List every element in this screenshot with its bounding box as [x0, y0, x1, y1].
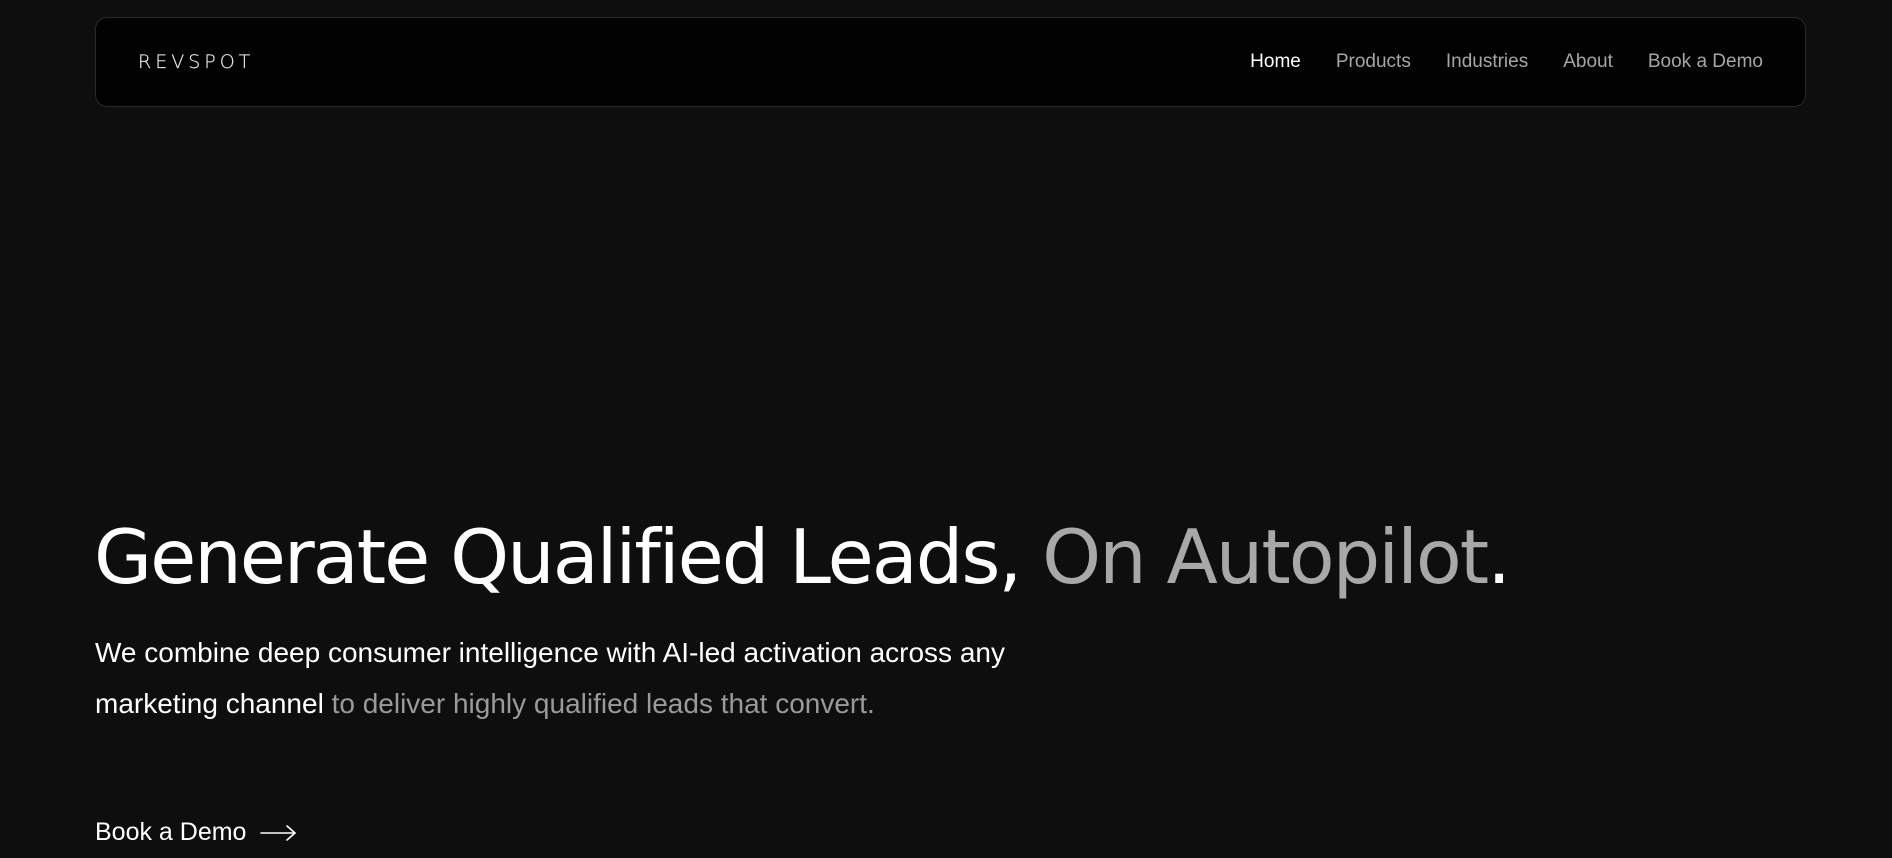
nav-about-link[interactable]: About — [1563, 51, 1613, 73]
main-nav: Home Products Industries About Book a De… — [1250, 51, 1763, 73]
revspot-logo[interactable]: REVSPOT — [138, 51, 254, 73]
nav-book-demo-link[interactable]: Book a Demo — [1648, 51, 1763, 73]
top-navbar: REVSPOT Home Products Industries About B… — [95, 17, 1806, 107]
hero-subtitle: We combine deep consumer intelligence wi… — [95, 627, 1115, 729]
nav-home-link[interactable]: Home — [1250, 51, 1301, 73]
nav-industries-link[interactable]: Industries — [1446, 51, 1528, 73]
hero-title-highlight: On Autopilot — [1042, 513, 1489, 601]
arrow-right-icon — [260, 824, 298, 842]
nav-products-link[interactable]: Products — [1336, 51, 1411, 73]
hero-title-main: Generate Qualified Leads, — [94, 513, 1022, 601]
hero-title-period: . — [1487, 513, 1511, 601]
book-demo-label: Book a Demo — [95, 818, 247, 846]
hero-title: Generate Qualified Leads, On Autopilot. — [94, 512, 1511, 602]
book-demo-button[interactable]: Book a Demo — [95, 818, 298, 847]
hero-subtitle-muted: to deliver highly qualified leads that c… — [331, 688, 875, 719]
